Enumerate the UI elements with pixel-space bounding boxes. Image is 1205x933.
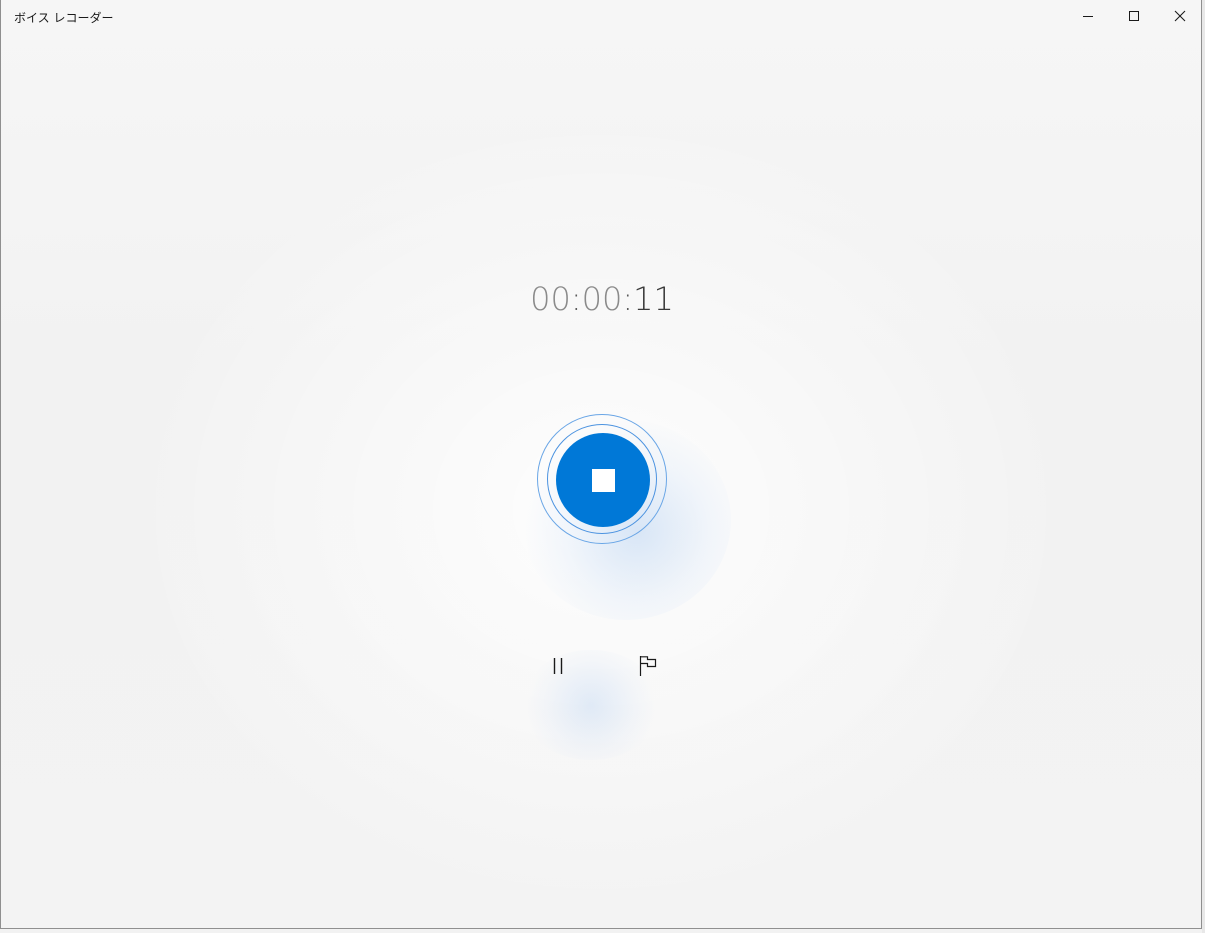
app-title: ボイス レコーダー [14,11,114,25]
maximize-icon [1129,11,1139,21]
add-marker-button[interactable] [628,646,668,686]
minimize-button[interactable] [1065,0,1111,32]
close-button[interactable] [1157,0,1201,32]
close-icon [1174,10,1186,22]
minimize-icon [1083,16,1093,17]
timer-separator: : [622,280,634,318]
maximize-button[interactable] [1111,0,1157,32]
pause-icon [553,658,563,674]
title-bar[interactable]: ボイス レコーダー [1,0,1201,32]
timer-hours: 00 [530,280,571,318]
stop-recording-button[interactable] [556,433,650,527]
timer-separator: : [570,280,582,318]
voice-recorder-window: ボイス レコーダー 00:00:11 [0,0,1202,929]
stop-icon [591,468,615,492]
pause-button[interactable] [538,646,578,686]
timer-minutes: 00 [581,280,623,318]
timer-seconds: 11 [633,280,674,318]
flag-icon [639,656,657,676]
recording-timer: 00:00:11 [1,280,1201,318]
